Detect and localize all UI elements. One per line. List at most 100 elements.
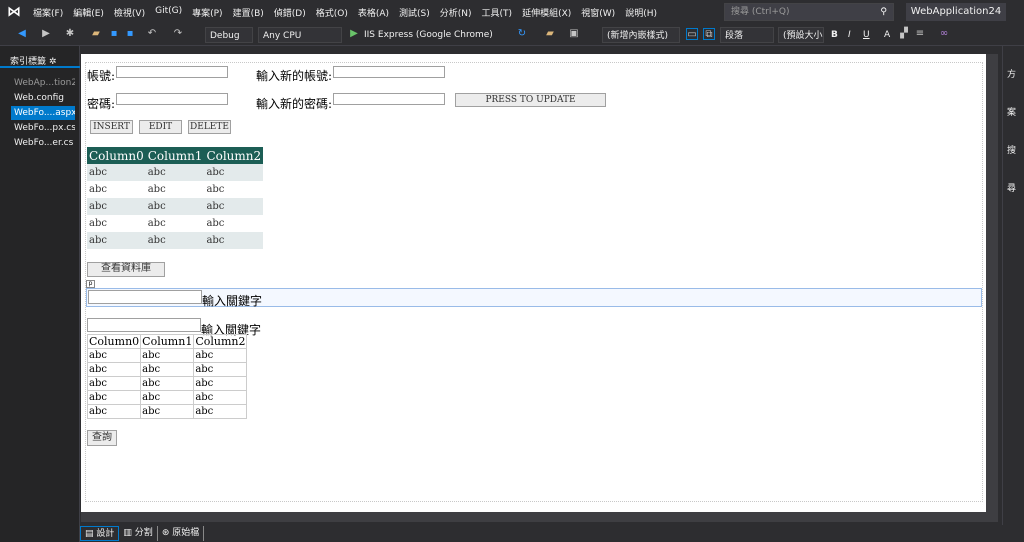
left-panel-header[interactable]: 索引標籤 ✲ — [0, 54, 80, 68]
highlight-icon[interactable]: ▞ — [898, 28, 910, 40]
italic-button[interactable]: I — [848, 27, 851, 43]
grid1-header-row: Column0 Column1 Column2 — [87, 147, 264, 164]
underline-button[interactable]: U — [863, 27, 870, 43]
undo-icon[interactable]: ↶ — [146, 28, 158, 40]
config-dropdown[interactable]: Debug — [205, 27, 253, 43]
save-all-icon[interactable]: ▪ — [124, 28, 136, 40]
grid1-body: abc abc abc abc abc abc abc abc abc abc abc abc abc a… — [87, 164, 264, 249]
save-icon[interactable]: ▪ — [108, 28, 120, 40]
table-row: abc abc abc — [86, 348, 248, 363]
menu-item[interactable]: 編輯(E) — [68, 6, 109, 19]
table-cell: abc — [145, 232, 205, 249]
menu-item[interactable]: 專案(P) — [187, 6, 227, 19]
table-cell: abc — [140, 376, 195, 391]
platform-dropdown[interactable]: Any CPU — [258, 27, 342, 43]
tab-split[interactable]: ▥ 分割 — [119, 526, 158, 541]
menu-items: 檔案(F) 編輯(E) 檢視(V) Git(G) 專案(P) 建置(B) 偵錯(D) 格式(O… — [28, 6, 662, 19]
password-label: 密碼: — [87, 97, 116, 111]
search-input[interactable]: 搜尋 (Ctrl+Q) ⚲ — [724, 3, 894, 21]
open-folder-icon[interactable]: ▰ — [90, 28, 102, 40]
run-target[interactable]: IIS Express (Google Chrome) — [364, 27, 493, 43]
bold-button[interactable]: B — [831, 27, 838, 43]
file-item[interactable]: WebFo...er.cs — [11, 136, 75, 150]
run-icon[interactable]: ▶ — [348, 28, 360, 40]
table-cell: abc — [193, 376, 248, 391]
pin-icon[interactable]: ✲ — [49, 57, 57, 67]
keyword-input-2[interactable] — [87, 318, 201, 332]
tab-source-label: 原始檔 — [172, 528, 200, 538]
menu-item[interactable]: 檔案(F) — [28, 6, 68, 19]
keyword-input-1[interactable] — [88, 290, 202, 304]
view-database-button[interactable]: 查看資料庫 — [87, 262, 165, 277]
tab-design[interactable]: ▤ 設計 — [80, 526, 120, 541]
menu-item[interactable]: 分析(N) — [435, 6, 477, 19]
file-item-selected[interactable]: WebFo....aspx — [11, 106, 75, 120]
menu-item[interactable]: 檢視(V) — [109, 6, 150, 19]
refresh-icon[interactable]: ↻ — [516, 28, 528, 40]
delete-button[interactable]: DELETE — [188, 120, 231, 134]
update-button[interactable]: PRESS TO UPDATE — [455, 93, 606, 107]
menu-item[interactable]: 格式(O) — [311, 6, 353, 19]
file-item[interactable]: Web.config — [11, 91, 75, 105]
new-password-input[interactable] — [333, 93, 445, 105]
menu-item[interactable]: 說明(H) — [620, 6, 662, 19]
search-icon[interactable]: ⚲ — [880, 4, 887, 20]
table-row: abc abc abc — [86, 376, 248, 391]
position-icon[interactable]: ⧉ — [703, 28, 715, 40]
forward-icon[interactable]: ▶ — [40, 28, 52, 40]
table-cell: abc — [193, 362, 248, 377]
menu-item[interactable]: 建置(B) — [228, 6, 269, 19]
table-row: abc abc abc — [87, 164, 264, 181]
table-cell: abc — [89, 184, 107, 195]
file-item[interactable]: WebFo...px.cs — [11, 121, 75, 135]
query-button[interactable]: 查詢 — [87, 430, 117, 446]
new-password-label: 輸入新的密碼: — [256, 97, 333, 111]
block-format-dropdown[interactable]: 段落 — [720, 27, 774, 43]
style-mode-dropdown[interactable]: (新增內嵌樣式) — [602, 27, 680, 43]
vertical-scrollbar[interactable] — [986, 54, 998, 512]
font-color-button[interactable]: A — [884, 27, 890, 43]
right-panel-label[interactable]: 搜尋 — [1007, 132, 1024, 208]
horizontal-scrollbar[interactable] — [81, 512, 998, 522]
insert-button[interactable]: INSERT — [90, 120, 133, 134]
design-surface: 帳號: 輸入新的帳號: 密碼: 輸入新的密碼: PRESS TO UPDATE … — [81, 54, 986, 512]
paragraph-block[interactable]: 輸入關鍵字 — [86, 288, 982, 308]
font-size-dropdown[interactable]: (預設大小) — [778, 27, 824, 43]
table-cell: abc — [145, 198, 205, 215]
p-tag-marker: p — [86, 280, 95, 288]
align-icon[interactable]: ≡ — [914, 28, 926, 40]
table-cell: abc — [204, 232, 264, 249]
grid2-body: abc abc abc abc abc abc abc abc abc abc abc abc abc a… — [86, 348, 248, 419]
preview-icon[interactable]: ▣ — [568, 28, 580, 40]
new-account-input[interactable] — [333, 66, 445, 78]
tab-source[interactable]: ⊛ 原始檔 — [158, 526, 205, 541]
link-icon[interactable]: ∞ — [938, 28, 950, 40]
redo-icon[interactable]: ↷ — [172, 28, 184, 40]
table-cell: abc — [193, 348, 248, 363]
account-input[interactable] — [116, 66, 228, 78]
menu-bar: ⋈ 檔案(F) 編輯(E) 檢視(V) Git(G) 專案(P) 建置(B) 偵錯(D) 格式… — [0, 0, 1024, 24]
right-panel-label[interactable]: 方案 — [1007, 56, 1024, 132]
solution-title: WebApplication24 — [906, 3, 1006, 21]
menu-item[interactable]: 視窗(W) — [576, 6, 620, 19]
table-cell: abc — [206, 184, 225, 195]
password-input[interactable] — [116, 93, 228, 105]
menu-item[interactable]: 偵錯(D) — [269, 6, 311, 19]
visual-studio-logo-icon[interactable]: ⋈ — [0, 0, 28, 24]
column-header: Column1 — [145, 147, 205, 164]
menu-item[interactable]: 表格(A) — [353, 6, 394, 19]
folder-icon[interactable]: ▰ — [544, 28, 556, 40]
table-row: abc abc abc — [87, 198, 264, 215]
menu-item[interactable]: 延伸模組(X) — [517, 6, 576, 19]
column-header: Column2 — [204, 147, 264, 164]
menu-item[interactable]: 工具(T) — [477, 6, 518, 19]
design-view-icon[interactable]: ▭ — [686, 28, 698, 40]
table-cell: abc — [204, 164, 264, 181]
file-item[interactable]: WebAp...tion24 — [11, 76, 75, 90]
menu-item[interactable]: Git(G) — [150, 6, 187, 19]
edit-button[interactable]: EDIT — [139, 120, 182, 134]
new-item-icon[interactable]: ✱ — [64, 28, 76, 40]
menu-item[interactable]: 測試(S) — [394, 6, 435, 19]
column-header: Column2 — [193, 334, 248, 349]
back-icon[interactable]: ◀ — [16, 28, 28, 40]
